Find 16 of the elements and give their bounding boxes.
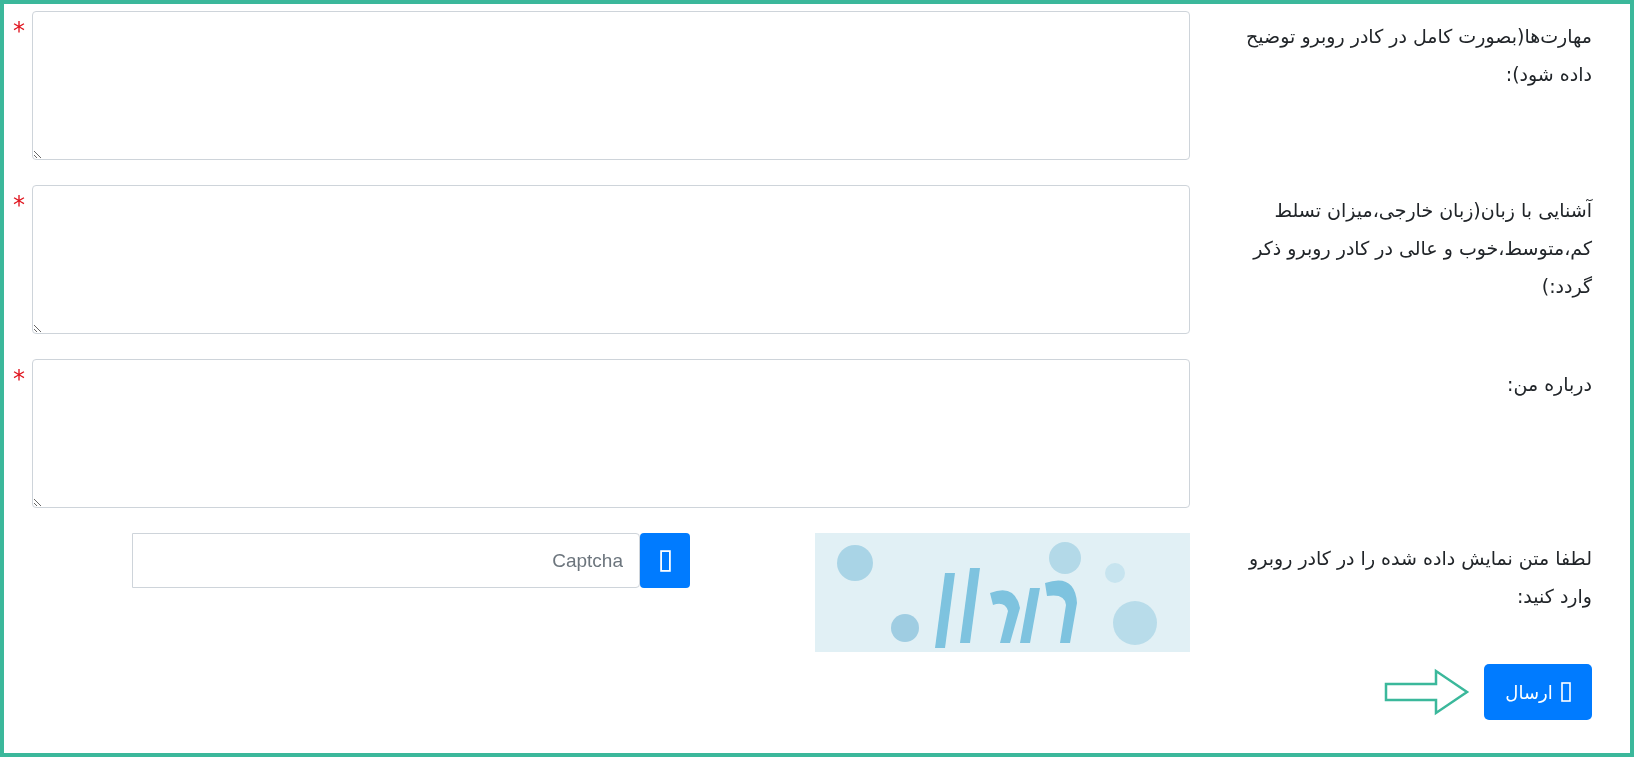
captcha-field[interactable]: Captcha xyxy=(132,533,640,588)
field-label: مهارت‌ها(بصورت کامل در کادر روبرو توضیح داده شود): xyxy=(1245,24,1592,88)
field-label: آشنایی با زبان(زبان خارجی،میزان تسلط کم،متوسط،خوب و عالی در کادر روبرو ذکر گردد:) xyxy=(1251,198,1592,300)
required-mark: * xyxy=(12,364,26,391)
missing-glyph-icon xyxy=(1560,682,1571,702)
field-label: درباره من: xyxy=(1506,372,1592,398)
field-label: لطفا متن نمایش داده شده را در کادر روبرو وارد کنید: xyxy=(1247,546,1592,610)
missing-glyph-icon xyxy=(659,549,671,572)
required-mark: * xyxy=(12,190,26,217)
required-mark: * xyxy=(12,16,26,43)
text-area[interactable] xyxy=(32,359,1190,508)
refresh-button[interactable] xyxy=(640,533,690,588)
arrow-icon xyxy=(1384,668,1470,716)
text-area[interactable] xyxy=(32,11,1190,160)
submit-button[interactable]: ارسال xyxy=(1484,664,1592,720)
text-area[interactable] xyxy=(32,185,1190,334)
